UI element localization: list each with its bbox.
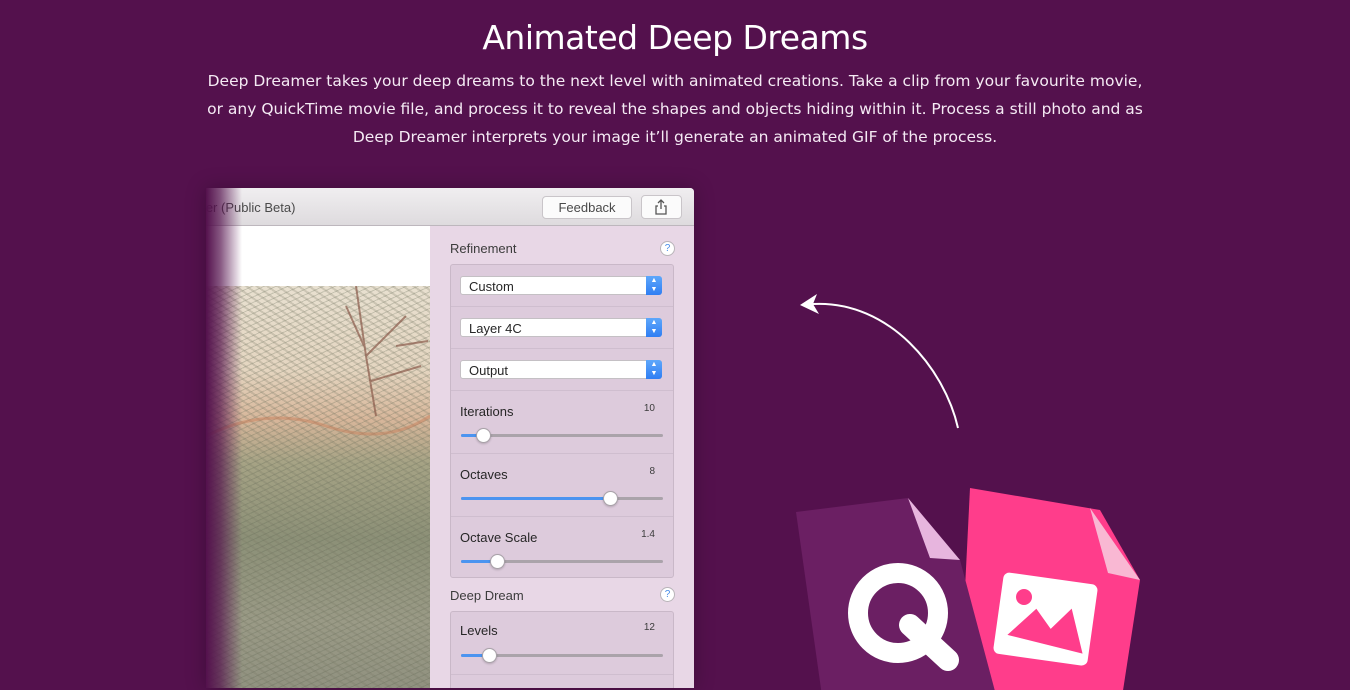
hero-description: Deep Dreamer takes your deep dreams to t… <box>207 72 1143 146</box>
output-select-value: Output <box>469 363 509 378</box>
levels-row: Levels 12 <box>451 612 673 675</box>
slider-thumb[interactable] <box>476 428 492 443</box>
curved-arrow-icon <box>800 294 959 429</box>
refinement-panel: Custom ▲ ▼ Layer 4C ▲ ▼ Output ▲ ▼ Iteratio… <box>450 264 674 578</box>
preset-row: Custom ▲ ▼ <box>451 265 673 307</box>
deep-dream-section-title: Deep Dream <box>450 588 524 603</box>
iterations-label: Iterations <box>460 404 514 419</box>
refinement-section-title: Refinement <box>450 241 517 256</box>
iterations-slider[interactable] <box>461 428 663 443</box>
layer-select-value: Layer 4C <box>469 321 522 336</box>
chevron-updown-icon: ▲ ▼ <box>646 318 662 337</box>
output-select[interactable]: Output ▲ ▼ <box>460 360 662 379</box>
app-window-screenshot: mer (Public Beta) Feedback Refinement ? … <box>206 188 694 688</box>
octaves-slider[interactable] <box>461 491 663 506</box>
octave-scale-value: 1.4 <box>641 529 655 540</box>
slider-thumb[interactable] <box>490 554 506 569</box>
settings-sidebar: Refinement ? Custom ▲ ▼ Layer 4C ▲ ▼ Outpu… <box>430 226 694 688</box>
chevron-updown-icon: ▲ ▼ <box>646 360 662 379</box>
image-file-icon <box>960 488 1140 690</box>
feedback-button[interactable]: Feedback <box>542 196 632 219</box>
help-icon[interactable]: ? <box>660 241 675 256</box>
page-title: Animated Deep Dreams <box>482 18 868 57</box>
share-icon <box>655 199 667 215</box>
levels-value: 12 <box>643 622 655 633</box>
help-icon[interactable]: ? <box>660 587 675 602</box>
output-row: Output ▲ ▼ <box>451 349 673 391</box>
file-type-icons <box>796 488 1140 690</box>
preset-select-value: Custom <box>469 279 514 294</box>
iterations-row: Iterations 10 <box>451 391 673 454</box>
layer-select[interactable]: Layer 4C ▲ ▼ <box>460 318 662 337</box>
fade-overlay <box>206 188 242 688</box>
octave-scale-slider[interactable] <box>461 554 663 569</box>
chevron-updown-icon: ▲ ▼ <box>646 276 662 295</box>
preset-select[interactable]: Custom ▲ ▼ <box>460 276 662 295</box>
share-button[interactable] <box>641 195 682 219</box>
deep-dream-panel: Levels 12 <box>450 611 674 688</box>
layer-row: Layer 4C ▲ ▼ <box>451 307 673 349</box>
octaves-label: Octaves <box>460 467 508 482</box>
octaves-value: 8 <box>649 466 655 477</box>
slider-thumb[interactable] <box>603 491 619 506</box>
levels-label: Levels <box>460 623 498 638</box>
octave-scale-label: Octave Scale <box>460 530 538 545</box>
iterations-value: 10 <box>643 403 655 414</box>
window-titlebar: mer (Public Beta) Feedback <box>206 188 694 226</box>
levels-slider[interactable] <box>461 648 663 663</box>
slider-thumb[interactable] <box>482 648 498 663</box>
octaves-row: Octaves 8 <box>451 454 673 517</box>
octave-scale-row: Octave Scale 1.4 <box>451 517 673 577</box>
